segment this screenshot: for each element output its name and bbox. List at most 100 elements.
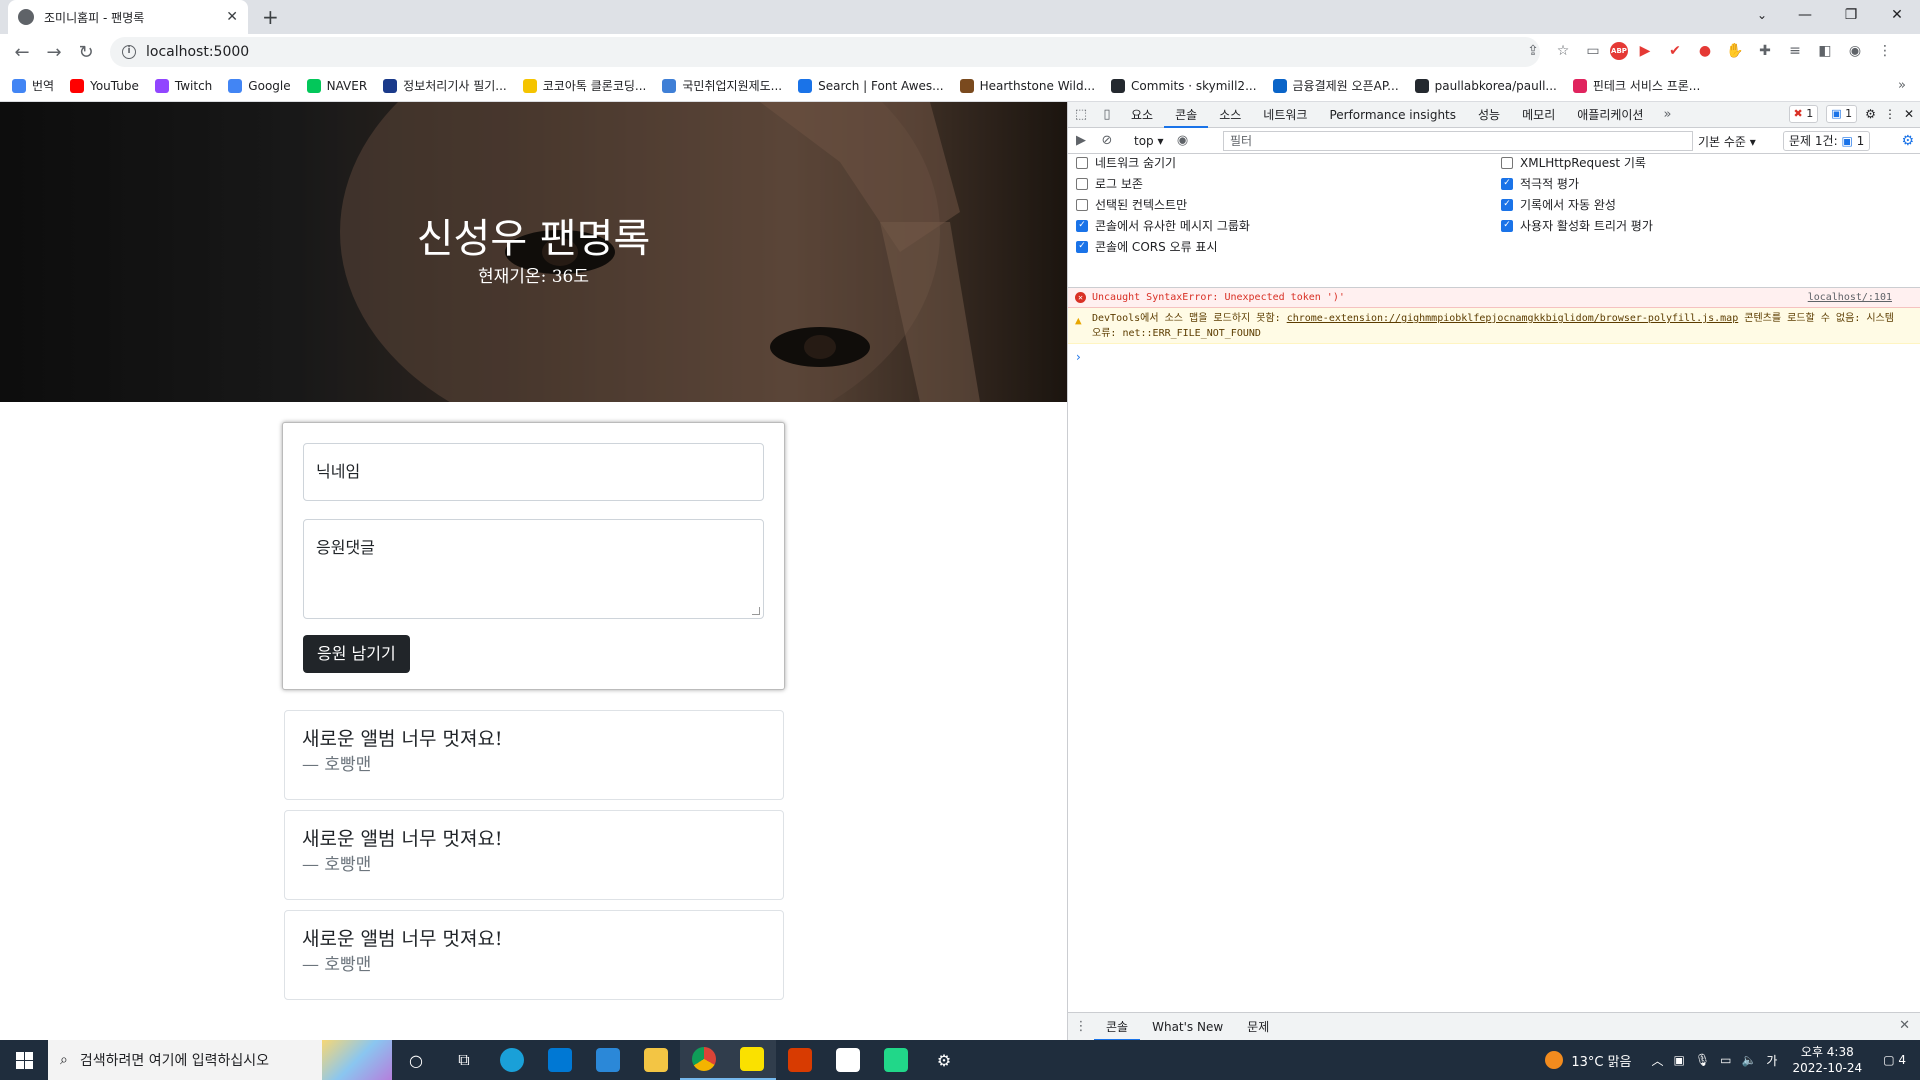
volume-icon[interactable]: 🔈: [1741, 1053, 1756, 1067]
close-window-icon[interactable]: ✕: [1874, 0, 1920, 34]
console-prompt[interactable]: ›: [1076, 350, 1081, 364]
sidebar-toggle-icon[interactable]: ▶: [1068, 133, 1094, 148]
setting-preserve-log[interactable]: 로그 보존: [1076, 175, 1143, 192]
checkbox[interactable]: [1501, 156, 1513, 169]
setting-log-xhr[interactable]: XMLHttpRequest 기록: [1501, 154, 1646, 171]
close-drawer-icon[interactable]: ✕: [1899, 1018, 1910, 1033]
bookmark-item[interactable]: 국민취업지원제도...: [662, 77, 782, 94]
bookmark-item[interactable]: 코코아톡 클론코딩...: [522, 77, 646, 94]
setting-autocomplete[interactable]: ✓ 기록에서 자동 완성: [1501, 196, 1616, 213]
store-icon[interactable]: [536, 1040, 584, 1080]
reading-list-icon[interactable]: ≡: [1782, 38, 1808, 64]
bookmark-item[interactable]: Hearthstone Wild...: [959, 78, 1095, 93]
drawer-tab-whats-new[interactable]: What's New: [1140, 1013, 1235, 1041]
checkbox[interactable]: [1076, 177, 1088, 190]
bookmark-item[interactable]: 정보처리기사 필기...: [383, 77, 507, 94]
console-filter-input[interactable]: 필터: [1223, 131, 1693, 151]
menu-kebab-icon[interactable]: ⋮: [1872, 38, 1898, 64]
setting-eager-eval[interactable]: ✓ 적극적 평가: [1501, 175, 1579, 192]
side-panel-icon[interactable]: ◧: [1812, 38, 1838, 64]
comment-textarea[interactable]: 응원댓글: [303, 519, 764, 619]
console-settings-icon[interactable]: ⚙: [1901, 133, 1914, 149]
bookmark-item[interactable]: Commits · skymill2...: [1111, 78, 1257, 93]
message-count-badge[interactable]: ▣ 1: [1826, 105, 1858, 123]
close-devtools-icon[interactable]: ✕: [1904, 107, 1914, 121]
tab-network[interactable]: 네트워크: [1252, 102, 1318, 128]
bookmark-item[interactable]: 핀테크 서비스 프론...: [1572, 77, 1700, 94]
inspect-element-icon[interactable]: ⬚: [1068, 107, 1094, 122]
file-explorer-icon[interactable]: [632, 1040, 680, 1080]
error-source-link[interactable]: localhost/:101: [1808, 288, 1892, 307]
forward-icon[interactable]: →: [38, 42, 70, 63]
bookmark-item[interactable]: NAVER: [306, 78, 367, 93]
thumb-extension-icon[interactable]: ✋: [1722, 38, 1748, 64]
checkbox-checked[interactable]: ✓: [1076, 219, 1088, 232]
bookmark-item[interactable]: Google: [228, 78, 291, 93]
drawer-menu-icon[interactable]: ⋮: [1068, 1019, 1094, 1034]
tab-elements[interactable]: 요소: [1120, 102, 1164, 128]
display-icon[interactable]: ▭: [1720, 1053, 1731, 1067]
tab-application[interactable]: 애플리케이션: [1566, 102, 1654, 128]
browser-tab[interactable]: 조미니홈피 - 팬명록 ✕: [8, 0, 248, 34]
checkbox-checked[interactable]: ✓: [1501, 219, 1513, 232]
opera-extension-icon[interactable]: ●: [1692, 38, 1718, 64]
start-button[interactable]: [0, 1040, 48, 1080]
close-tab-icon[interactable]: ✕: [226, 9, 238, 25]
weather-text[interactable]: 13°C 맑음: [1571, 1051, 1631, 1070]
nickname-input[interactable]: 닉네임: [303, 443, 764, 501]
tab-performance-insights[interactable]: Performance insights: [1318, 102, 1467, 128]
minimize-icon[interactable]: —: [1782, 0, 1828, 34]
video-extension-icon[interactable]: ▶: [1632, 38, 1658, 64]
device-toolbar-icon[interactable]: ▯: [1094, 107, 1120, 122]
live-expression-eye-icon[interactable]: ◉: [1170, 133, 1196, 148]
bookmark-item[interactable]: YouTube: [70, 78, 139, 93]
slack-icon[interactable]: [824, 1040, 872, 1080]
settings-gear-icon[interactable]: ⚙: [1865, 107, 1876, 121]
setting-selected-context[interactable]: 선택된 컨텍스트만: [1076, 196, 1187, 213]
cortana-icon[interactable]: ○: [392, 1040, 440, 1080]
checkbox-checked[interactable]: ✓: [1076, 240, 1088, 253]
task-view-icon[interactable]: ⧉: [440, 1040, 488, 1080]
setting-group-similar[interactable]: ✓ 콘솔에서 유사한 메시지 그룹화: [1076, 217, 1250, 234]
show-hidden-icons-chevron-icon[interactable]: ︿: [1652, 1052, 1664, 1069]
checkbox[interactable]: [1076, 198, 1088, 211]
edge-icon[interactable]: [488, 1040, 536, 1080]
check-extension-icon[interactable]: ✔: [1662, 38, 1688, 64]
restore-icon[interactable]: ❐: [1828, 0, 1874, 34]
office-icon[interactable]: [776, 1040, 824, 1080]
chrome-icon[interactable]: [680, 1040, 728, 1080]
settings-icon[interactable]: ⚙: [920, 1040, 968, 1080]
tab-search-icon[interactable]: ⌄: [1742, 0, 1782, 34]
context-selector[interactable]: top ▾: [1128, 134, 1170, 148]
checkbox-checked[interactable]: ✓: [1501, 198, 1513, 211]
pycharm-icon[interactable]: [872, 1040, 920, 1080]
network-icon[interactable]: ▣: [1674, 1053, 1685, 1067]
resize-handle[interactable]: [752, 607, 760, 615]
tab-performance[interactable]: 성능: [1467, 102, 1511, 128]
drawer-tab-console[interactable]: 콘솔: [1094, 1013, 1141, 1041]
drawer-tab-issues[interactable]: 문제: [1235, 1013, 1281, 1041]
adblock-icon[interactable]: ABP: [1610, 42, 1628, 60]
clear-console-icon[interactable]: ⊘: [1094, 133, 1120, 148]
warning-source-link[interactable]: chrome-extension://gighmmpiobklfepjocnam…: [1287, 313, 1739, 324]
bookmark-item[interactable]: 금융결제원 오픈AP...: [1272, 77, 1399, 94]
bookmark-item[interactable]: paullabkorea/paull...: [1414, 78, 1557, 93]
more-bookmarks-icon[interactable]: »: [1898, 78, 1906, 93]
submit-button[interactable]: 응원 남기기: [303, 635, 410, 673]
bookmark-item[interactable]: Search | Font Awes...: [798, 78, 944, 93]
log-levels-dropdown[interactable]: 기본 수준 ▾: [1698, 133, 1756, 150]
tab-console[interactable]: 콘솔: [1164, 102, 1209, 128]
microphone-icon[interactable]: 🎙: [1695, 1053, 1710, 1067]
setting-cors-errors[interactable]: ✓ 콘솔에 CORS 오류 표시: [1076, 238, 1218, 255]
kakaotalk-icon[interactable]: [728, 1040, 776, 1080]
address-bar[interactable]: i localhost:5000: [110, 37, 1540, 67]
puzzle-icon[interactable]: ✚: [1752, 38, 1778, 64]
bookmark-item[interactable]: 번역: [12, 77, 54, 94]
checkbox-checked[interactable]: ✓: [1501, 177, 1513, 190]
more-tabs-icon[interactable]: »: [1654, 107, 1680, 122]
profile-avatar-icon[interactable]: ◉: [1842, 38, 1868, 64]
notification-center-icon[interactable]: ▢ 4: [1883, 1053, 1906, 1067]
bookmark-star-icon[interactable]: ☆: [1550, 38, 1576, 64]
setting-hide-network[interactable]: 네트워크 숨기기: [1076, 154, 1176, 171]
setting-user-activation[interactable]: ✓ 사용자 활성화 트리거 평가: [1501, 217, 1653, 234]
